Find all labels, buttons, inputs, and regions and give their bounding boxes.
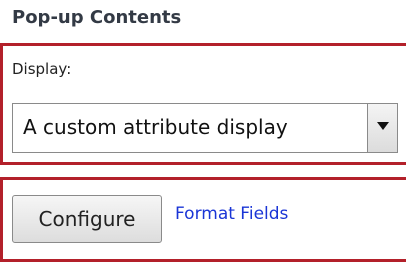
- dropdown-arrow-button[interactable]: [367, 104, 397, 152]
- display-select-value: A custom attribute display: [23, 115, 288, 139]
- section-title: Pop-up Contents: [12, 7, 182, 28]
- display-select[interactable]: A custom attribute display: [12, 103, 398, 153]
- format-fields-link[interactable]: Format Fields: [175, 204, 288, 224]
- display-label: Display:: [12, 60, 72, 78]
- chevron-down-icon: [377, 122, 389, 130]
- configure-button[interactable]: Configure: [12, 195, 162, 243]
